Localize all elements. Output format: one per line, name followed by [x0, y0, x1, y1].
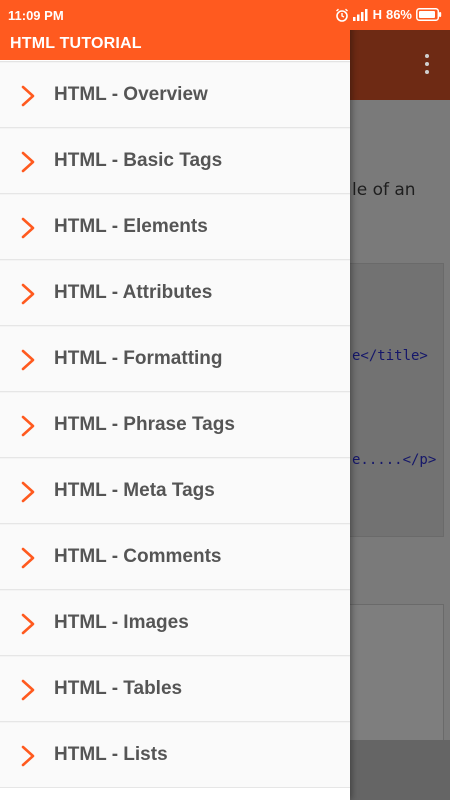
- background-code-line: e.....</p>: [352, 452, 437, 468]
- menu-item-label: HTML - Comments: [54, 546, 222, 567]
- menu-item-label: HTML - Tables: [54, 678, 183, 699]
- menu-item-label: HTML - Elements: [54, 216, 208, 237]
- menu-item[interactable]: HTML - Overview: [0, 62, 350, 128]
- battery-percent: 86%: [385, 7, 412, 22]
- chevron-right-icon: [20, 415, 36, 437]
- menu-item-label: HTML - Basic Tags: [54, 150, 223, 171]
- drawer-title: HTML TUTORIAL: [10, 35, 142, 52]
- menu-item-label: HTML - Meta Tags: [54, 480, 215, 501]
- status-time: 11:09 PM: [8, 8, 64, 23]
- menu-item-label: HTML - Attributes: [54, 282, 213, 303]
- menu-item[interactable]: HTML - Formatting: [0, 326, 350, 392]
- chevron-right-icon: [20, 217, 36, 239]
- menu-item[interactable]: HTML - Attributes: [0, 260, 350, 326]
- chevron-right-icon: [20, 283, 36, 305]
- menu-item[interactable]: HTML - Phrase Tags: [0, 392, 350, 458]
- menu-item-label: HTML - Formatting: [54, 348, 223, 369]
- menu-item[interactable]: HTML - Meta Tags: [0, 458, 350, 524]
- background-text-fragment: le of an: [352, 180, 416, 200]
- screen: le of an e</title> e.....</p> 11:09 PM H…: [0, 0, 450, 800]
- signal-icon: [352, 8, 369, 21]
- background-code-line: e</title>: [352, 348, 428, 364]
- network-type: H: [372, 7, 382, 22]
- chevron-right-icon: [20, 481, 36, 503]
- menu-item-label: HTML - Phrase Tags: [54, 414, 235, 435]
- alarm-icon: [335, 8, 349, 22]
- status-icons: H 86%: [335, 7, 442, 22]
- chevron-right-icon: [20, 547, 36, 569]
- chevron-right-icon: [20, 151, 36, 173]
- menu-item-label: HTML - Overview: [54, 84, 208, 105]
- chevron-right-icon: [20, 85, 36, 107]
- menu-item[interactable]: HTML - Lists: [0, 722, 350, 788]
- menu-item[interactable]: HTML - Basic Tags: [0, 128, 350, 194]
- chevron-right-icon: [20, 349, 36, 371]
- menu-item[interactable]: HTML - Elements: [0, 194, 350, 260]
- more-options-icon: [424, 54, 430, 76]
- status-bar: 11:09 PM H 86%: [0, 0, 450, 30]
- chevron-right-icon: [20, 613, 36, 635]
- battery-icon: [416, 8, 442, 21]
- menu-item[interactable]: HTML - Images: [0, 590, 350, 656]
- menu-item-label: HTML - Lists: [54, 744, 168, 765]
- chevron-right-icon: [20, 679, 36, 701]
- drawer-menu: HTML - Overview HTML - Basic Tags HTML - E…: [0, 61, 350, 788]
- chevron-right-icon: [20, 745, 36, 767]
- navigation-drawer: HTML TUTORIAL HTML - Overview HTML - Basi…: [0, 0, 350, 800]
- menu-item[interactable]: HTML - Comments: [0, 524, 350, 590]
- drawer-header: HTML TUTORIAL: [0, 30, 350, 60]
- menu-item[interactable]: HTML - Tables: [0, 656, 350, 722]
- menu-item-label: HTML - Images: [54, 612, 189, 633]
